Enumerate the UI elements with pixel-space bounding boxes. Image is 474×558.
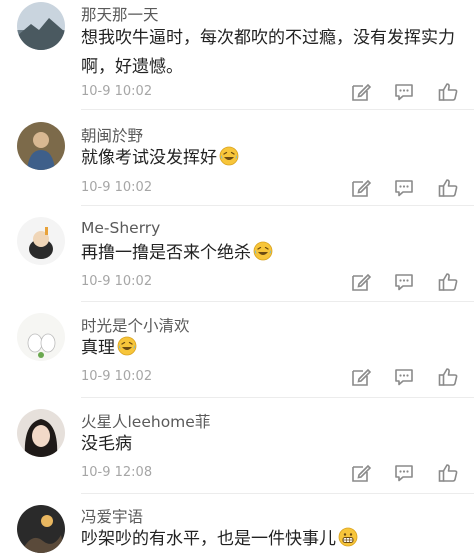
- laughing-tears-emoji: [253, 241, 273, 261]
- thumbs-up-icon[interactable]: [437, 177, 459, 199]
- comment-text: 真理: [81, 334, 461, 363]
- comment-author[interactable]: 冯爱宇语: [81, 505, 143, 527]
- comment-line: 啊，好遗憾。: [81, 57, 183, 77]
- comment-line: 吵架吵的有水平，也是一件快事儿: [81, 529, 336, 549]
- thumbs-up-icon[interactable]: [437, 271, 459, 293]
- comment-line: 再撸一撸是否来个绝杀: [81, 243, 251, 263]
- edit-icon[interactable]: [350, 81, 372, 103]
- reply-icon[interactable]: [393, 366, 415, 388]
- laughing-tears-emoji: [117, 336, 137, 356]
- reply-icon[interactable]: [393, 81, 415, 103]
- edit-icon[interactable]: [350, 366, 372, 388]
- edit-icon[interactable]: [350, 462, 372, 484]
- comment-item: Me-Sherry 再撸一撸是否来个绝杀 10-9 10:02: [0, 206, 474, 302]
- comment-timestamp: 10-9 12:08: [81, 465, 153, 480]
- comment-line: 没毛病: [81, 434, 132, 454]
- thumbs-up-icon[interactable]: [437, 81, 459, 103]
- reply-icon[interactable]: [393, 271, 415, 293]
- comment-text: 想我吹牛逼时，每次都吹的不过瘾，没有发挥实力 啊，好遗憾。: [81, 24, 461, 82]
- comment-item: 火星人leehome菲 没毛病 10-9 12:08: [0, 398, 474, 494]
- comment-author[interactable]: 朝闽於野: [81, 124, 143, 146]
- comment-line: 真理: [81, 338, 115, 358]
- edit-icon[interactable]: [350, 271, 372, 293]
- comment-text: 吵架吵的有水平，也是一件快事儿: [81, 525, 461, 554]
- avatar[interactable]: [17, 313, 65, 361]
- comment-feed: 那天那一天 想我吹牛逼时，每次都吹的不过瘾，没有发挥实力 啊，好遗憾。 10-9…: [0, 0, 474, 558]
- comment-timestamp: 10-9 10:02: [81, 180, 153, 195]
- comment-item: 冯爱宇语 吵架吵的有水平，也是一件快事儿: [0, 494, 474, 558]
- comment-author[interactable]: Me-Sherry: [81, 219, 160, 237]
- comment-text: 就像考试没发挥好: [81, 144, 461, 173]
- reply-icon[interactable]: [393, 177, 415, 199]
- avatar[interactable]: [17, 122, 65, 170]
- comment-timestamp: 10-9 10:02: [81, 274, 153, 289]
- thumbs-up-icon[interactable]: [437, 366, 459, 388]
- thumbs-up-icon[interactable]: [437, 462, 459, 484]
- comment-timestamp: 10-9 10:02: [81, 369, 153, 384]
- grinning-emoji: [338, 527, 358, 547]
- comment-timestamp: 10-9 10:02: [81, 84, 153, 99]
- comment-text: 没毛病: [81, 430, 461, 459]
- comment-item: 时光是个小清欢 真理 10-9 10:02: [0, 302, 474, 398]
- laughing-tears-emoji: [219, 146, 239, 166]
- avatar[interactable]: [17, 505, 65, 553]
- avatar[interactable]: [17, 2, 65, 50]
- comment-line: 就像考试没发挥好: [81, 148, 217, 168]
- comment-author[interactable]: 火星人leehome菲: [81, 410, 210, 432]
- comment-author[interactable]: 时光是个小清欢: [81, 314, 190, 336]
- comment-author[interactable]: 那天那一天: [81, 3, 159, 25]
- comment-text: 再撸一撸是否来个绝杀: [81, 239, 461, 268]
- edit-icon[interactable]: [350, 177, 372, 199]
- comment-item: 那天那一天 想我吹牛逼时，每次都吹的不过瘾，没有发挥实力 啊，好遗憾。 10-9…: [0, 0, 474, 110]
- avatar[interactable]: [17, 217, 65, 265]
- comment-item: 朝闽於野 就像考试没发挥好 10-9 10:02: [0, 110, 474, 206]
- reply-icon[interactable]: [393, 462, 415, 484]
- avatar[interactable]: [17, 409, 65, 457]
- comment-line: 想我吹牛逼时，每次都吹的不过瘾，没有发挥实力: [81, 28, 455, 48]
